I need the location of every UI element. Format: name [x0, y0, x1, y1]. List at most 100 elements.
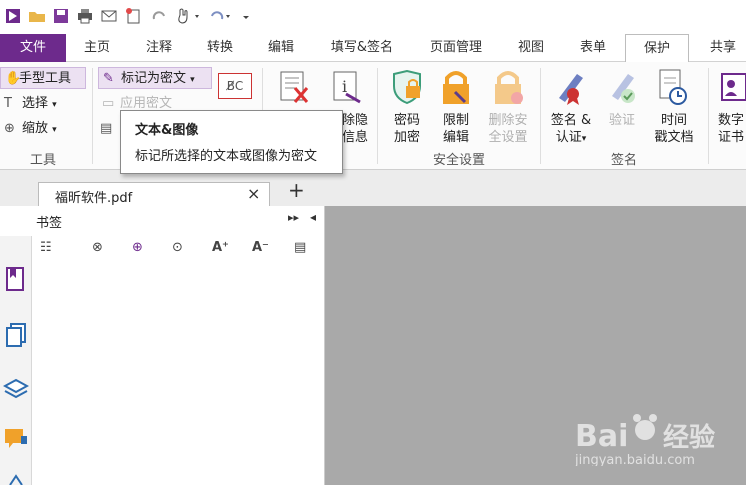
group-divider	[708, 68, 709, 164]
mark-redaction-button[interactable]: ✎ 标记为密文 ▾	[98, 67, 212, 89]
print-icon[interactable]	[76, 7, 94, 25]
tab-organize[interactable]: 页面管理	[419, 34, 493, 62]
hand-dropdown-icon[interactable]	[176, 7, 202, 25]
shield-lock-icon	[390, 69, 424, 106]
tab-edit[interactable]: 编辑	[258, 34, 304, 62]
open-folder-icon[interactable]	[28, 7, 46, 25]
tab-home[interactable]: 主页	[74, 34, 120, 62]
bookmark-icon[interactable]	[5, 266, 25, 292]
chevron-down-icon: ▾	[190, 75, 195, 85]
restrict-editing-button[interactable]: 限制 编辑	[437, 112, 475, 146]
security-group-label: 安全设置	[432, 153, 485, 168]
sign-line2-wrap: 认证▾	[546, 129, 596, 148]
group-divider	[377, 68, 378, 164]
verify-label: 验证	[608, 113, 635, 128]
timestamp-line1: 时间	[660, 113, 687, 128]
apply-redaction-icon: ▭	[102, 96, 115, 111]
password-line1: 密码	[393, 113, 420, 128]
svg-text:i: i	[342, 77, 347, 96]
tooltip: 文本&图像 标记所选择的文本或图像为密文	[120, 110, 343, 174]
chevron-down-icon: ▾	[52, 125, 57, 135]
bookmark-search-icon[interactable]: ⊙	[172, 240, 183, 255]
collapse-panel-icon[interactable]: ◂	[310, 210, 316, 224]
remove-hidden-line1: 除隐	[341, 113, 368, 128]
hand-icon: ✋	[5, 71, 22, 86]
new-document-icon[interactable]	[124, 7, 142, 25]
select-button[interactable]: T 选择 ▾	[0, 93, 86, 115]
comments-icon[interactable]	[3, 426, 29, 450]
watermark-logo: Bai 经验 jingyan.baidu.com	[555, 402, 743, 468]
sign-certify-icon	[553, 68, 589, 106]
apply-redaction-label: 应用密文	[120, 96, 173, 111]
hand-tool-button[interactable]: ✋手型工具	[0, 67, 86, 89]
redo-icon[interactable]	[150, 7, 168, 25]
bookmark-list-icon[interactable]: ☷	[40, 240, 52, 255]
document-tab[interactable]: 福昕软件.pdf ×	[38, 182, 270, 207]
sanitize-icon[interactable]	[277, 70, 317, 106]
tab-view[interactable]: 视图	[508, 34, 554, 62]
text-pattern-icon[interactable]: B̸C	[218, 73, 252, 99]
pages-thumbnail-icon[interactable]	[5, 322, 27, 348]
tab-comment[interactable]: 注释	[136, 34, 182, 62]
zoom-label: 缩放	[22, 121, 49, 136]
increase-font-icon[interactable]: A⁺	[212, 240, 229, 255]
remove-hidden-line2: 信息	[341, 130, 368, 145]
document-tab-title: 福昕软件.pdf	[55, 191, 133, 206]
text-select-icon: T	[4, 96, 12, 111]
remove-security-lock-icon	[489, 68, 527, 106]
bookmark-add-icon[interactable]: ⊕	[132, 240, 143, 255]
ribbon-panel: ✋手型工具 T 选择 ▾ ⊕ 缩放 ▾ 工具 ✎ 标记为密文 ▾ ▭ 应用密文 ▤ B̸…	[0, 62, 746, 170]
redaction-pen-icon: ✎	[103, 71, 114, 86]
remove-hidden-info-button[interactable]: 除隐 信息	[340, 112, 370, 146]
svg-text:Bai: Bai	[575, 419, 628, 454]
chevron-down-icon: ▾	[581, 134, 587, 144]
verify-icon	[606, 68, 640, 106]
tab-form[interactable]: 表单	[570, 34, 616, 62]
sign-line2: 认证	[555, 130, 582, 145]
undo-icon[interactable]	[208, 7, 234, 25]
lock-icon	[437, 68, 475, 106]
verify-button[interactable]: 验证	[604, 112, 640, 129]
password-encrypt-button[interactable]: 密码 加密	[388, 112, 426, 146]
expand-panel-icon[interactable]: ▸▸	[288, 211, 299, 224]
redaction-properties-button[interactable]: ▤	[100, 118, 120, 140]
zoom-button[interactable]: ⊕ 缩放 ▾	[0, 118, 86, 140]
select-label: 选择	[22, 96, 49, 111]
properties-icon: ▤	[100, 121, 113, 136]
bookmark-options-icon[interactable]: ▤	[294, 240, 306, 255]
digital-id-icon	[720, 70, 746, 104]
customize-toolbar-icon[interactable]	[240, 7, 252, 25]
remove-hidden-info-icon[interactable]: i	[330, 70, 364, 106]
remove-sec-line1: 删除安	[488, 113, 528, 128]
tab-convert[interactable]: 转换	[197, 34, 243, 62]
new-tab-button[interactable]: +	[288, 178, 305, 202]
timestamp-icon	[656, 68, 690, 106]
tab-file[interactable]: 文件	[0, 34, 66, 62]
tooltip-description: 标记所选择的文本或图像为密文	[135, 149, 318, 164]
document-workspace: Bai 经验 jingyan.baidu.com	[325, 206, 746, 485]
digital-id-button[interactable]: 数字 证书	[718, 112, 746, 146]
layers-icon[interactable]	[2, 376, 30, 400]
tab-fill-sign[interactable]: 填写&签名	[322, 34, 402, 62]
restrict-line2: 编辑	[442, 130, 469, 145]
mark-redaction-label: 标记为密文	[121, 71, 187, 86]
tab-protect[interactable]: 保护	[625, 34, 689, 63]
bookmark-panel-title: 书签	[36, 216, 63, 231]
bookmark-delete-icon[interactable]: ⊗	[92, 240, 103, 255]
decrease-font-icon[interactable]: A⁻	[252, 240, 269, 255]
tab-share[interactable]: 共享	[700, 34, 746, 62]
email-icon[interactable]	[100, 7, 118, 25]
save-icon[interactable]	[52, 7, 70, 25]
tools-group-label: 工具	[29, 153, 56, 168]
attachment-icon[interactable]	[6, 474, 26, 485]
group-divider	[92, 68, 93, 164]
remove-security-button[interactable]: 删除安 全设置	[480, 112, 536, 146]
hand-tool-label: 手型工具	[19, 71, 72, 86]
sign-certify-button[interactable]: 签名 & 认证▾	[546, 112, 596, 148]
svg-text:经验: 经验	[663, 422, 715, 453]
side-navigation-bar	[0, 236, 32, 485]
cert-line1: 数字	[718, 113, 745, 128]
password-line2: 加密	[393, 130, 420, 145]
close-icon[interactable]: ×	[247, 184, 260, 203]
timestamp-button[interactable]: 时间 戳文档	[648, 112, 700, 146]
